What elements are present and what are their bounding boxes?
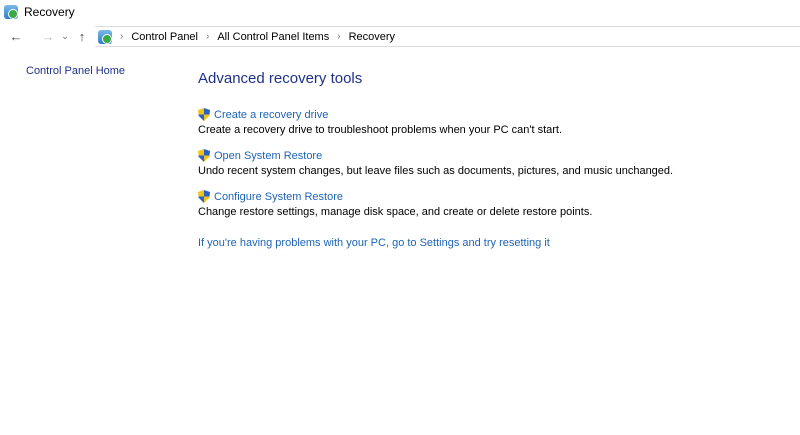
breadcrumb-all-items[interactable]: All Control Panel Items [217,31,329,43]
reset-pc-link[interactable]: If you're having problems with your PC, … [198,237,550,249]
item-description: Undo recent system changes, but leave fi… [198,165,674,177]
breadcrumb-recovery[interactable]: Recovery [349,31,395,43]
uac-shield-icon [198,108,210,121]
link-label[interactable]: Create a recovery drive [214,109,328,121]
link-label[interactable]: Open System Restore [214,150,322,162]
recovery-drive-item: Create a recovery drive Create a recover… [198,108,562,136]
forward-arrow-icon[interactable]: → [38,29,58,44]
breadcrumb-control-panel[interactable]: Control Panel [131,31,198,43]
uac-shield-icon [198,149,210,162]
page-title: Advanced recovery tools [198,70,363,87]
chevron-right-icon[interactable]: › [337,31,340,42]
create-recovery-drive-link[interactable]: Create a recovery drive [198,108,562,121]
item-description: Change restore settings, manage disk spa… [198,206,593,218]
address-bar[interactable]: › Control Panel › All Control Panel Item… [95,26,800,47]
link-label[interactable]: Configure System Restore [214,191,343,203]
control-panel-home-link[interactable]: Control Panel Home [26,65,125,77]
item-description: Create a recovery drive to troubleshoot … [198,124,563,136]
title-bar: Recovery [4,3,75,21]
control-panel-icon [4,5,18,19]
chevron-right-icon[interactable]: › [120,31,123,42]
system-restore-item: Open System Restore Undo recent system c… [198,149,673,177]
control-panel-icon [98,29,112,44]
up-arrow-icon[interactable]: ↑ [72,29,92,44]
uac-shield-icon [198,190,210,203]
recent-locations-chevron-icon[interactable]: ⌄ [58,31,72,42]
back-arrow-icon[interactable]: ← [6,29,26,44]
open-system-restore-link[interactable]: Open System Restore [198,149,673,162]
window-title: Recovery [24,5,75,19]
chevron-right-icon[interactable]: › [206,31,209,42]
configure-restore-item: Configure System Restore Change restore … [198,190,592,218]
configure-system-restore-link[interactable]: Configure System Restore [198,190,592,203]
